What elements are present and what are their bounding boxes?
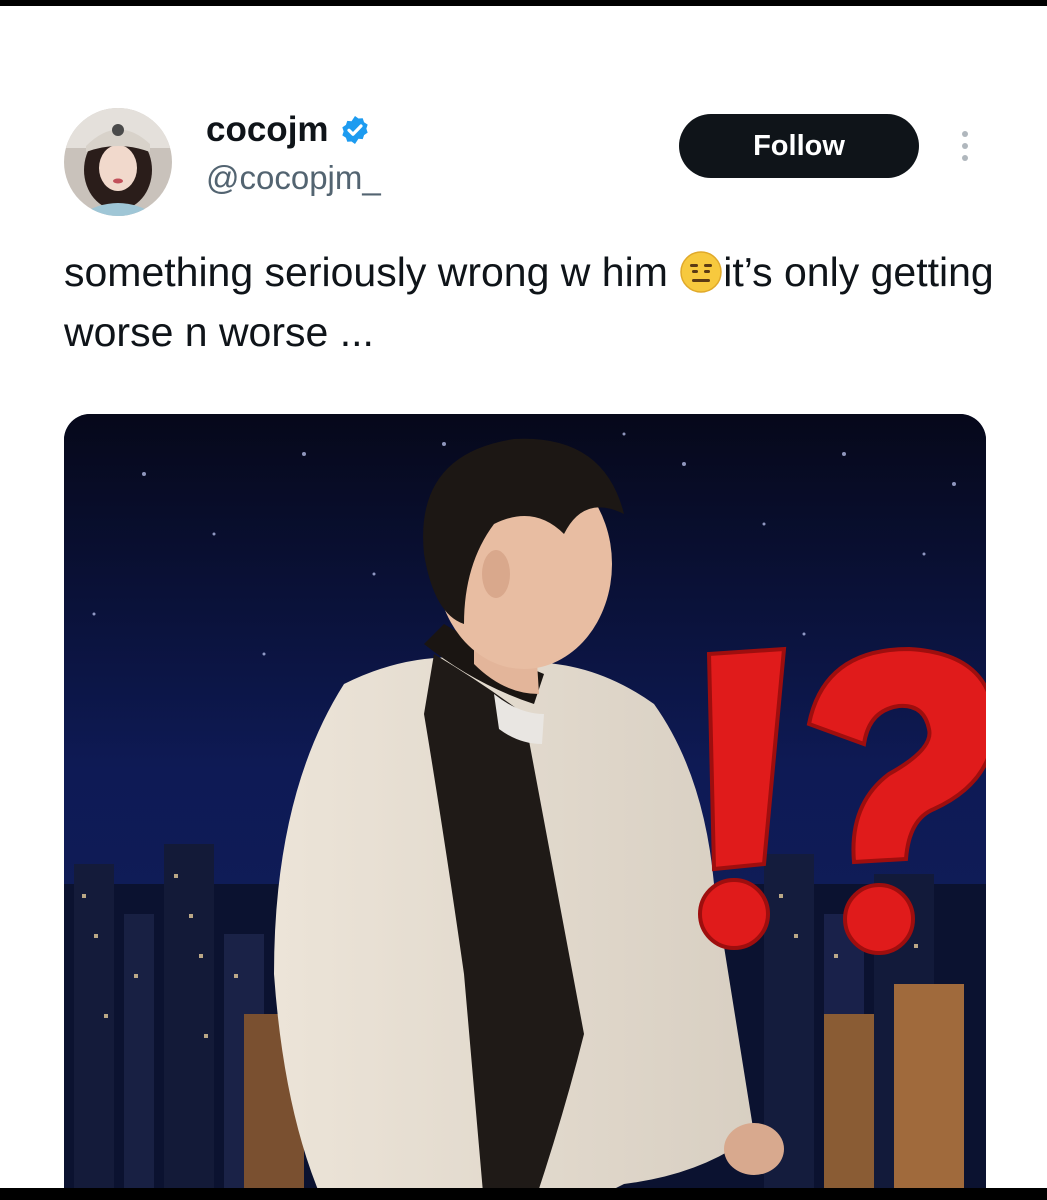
avatar[interactable] <box>64 108 172 216</box>
display-name[interactable]: cocojm <box>206 108 329 152</box>
verified-badge-icon <box>341 116 368 144</box>
screenshot-frame: cocojm @cocopjm_ Follow something seriou… <box>0 0 1047 1200</box>
top-border <box>0 0 1047 6</box>
neutral-face-emoji-icon <box>680 251 722 293</box>
tweet-text: something seriously wrong w him it’s onl… <box>64 242 994 362</box>
display-name-row[interactable]: cocojm <box>206 108 371 152</box>
user-handle[interactable]: @cocopjm_ <box>206 158 381 198</box>
bottom-border <box>0 1188 1047 1200</box>
more-vertical-icon[interactable] <box>954 126 976 166</box>
tweet-text-part1: something seriously wrong w him <box>64 249 680 295</box>
follow-button[interactable]: Follow <box>679 114 919 178</box>
media-image <box>64 414 986 1200</box>
avatar-image <box>64 108 172 216</box>
tweet-media[interactable] <box>64 414 986 1200</box>
